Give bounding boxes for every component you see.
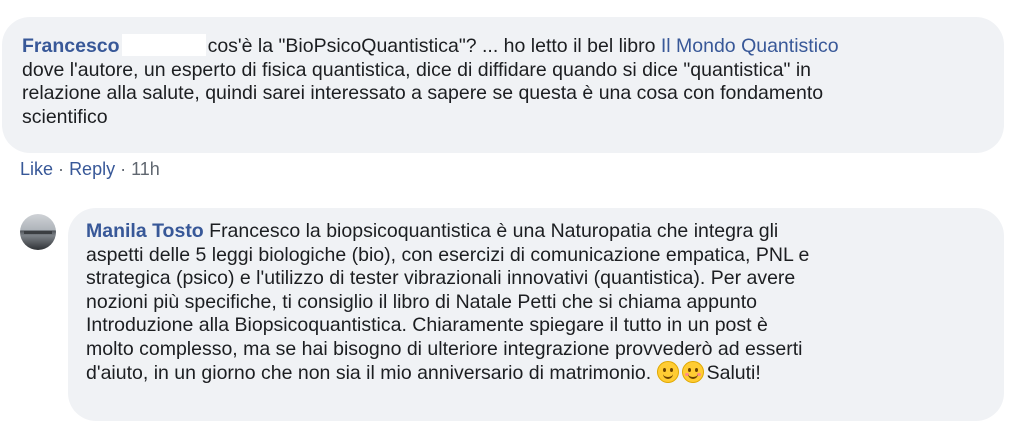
comment-timestamp[interactable]: 11h [131,159,160,179]
comment-bubble: Francesco cos'è la "BioPsicoQuantistica"?… [2,17,1004,153]
separator: · [58,159,65,179]
separator: · [120,159,127,179]
comment-actions: Like · Reply · 11h [20,158,160,180]
reply-author-link[interactable]: Manila Tosto [86,220,204,242]
reply-button[interactable]: Reply [69,159,115,179]
comment-text-continued: dove l'autore, un esperto di fisica quan… [22,58,824,128]
book-link[interactable]: Il Mondo Quantistico [661,35,839,57]
wink-face-icon [656,361,679,383]
reply-bubble: Manila Tosto Francesco la biopsicoquanti… [68,208,1004,421]
smiling-face-icon [681,361,704,383]
avatar-image-detail [24,231,52,234]
reply-text: Francesco la biopsicoquantistica è una N… [86,220,810,384]
avatar[interactable] [20,214,56,250]
comment-text: cos'è la "BioPsicoQuantistica"? ... ho l… [207,35,661,57]
like-button[interactable]: Like [20,159,53,179]
redacted-surname [121,34,206,56]
comment-author-link[interactable]: Francesco [22,35,120,57]
reply-closing: Saluti! [706,362,761,384]
